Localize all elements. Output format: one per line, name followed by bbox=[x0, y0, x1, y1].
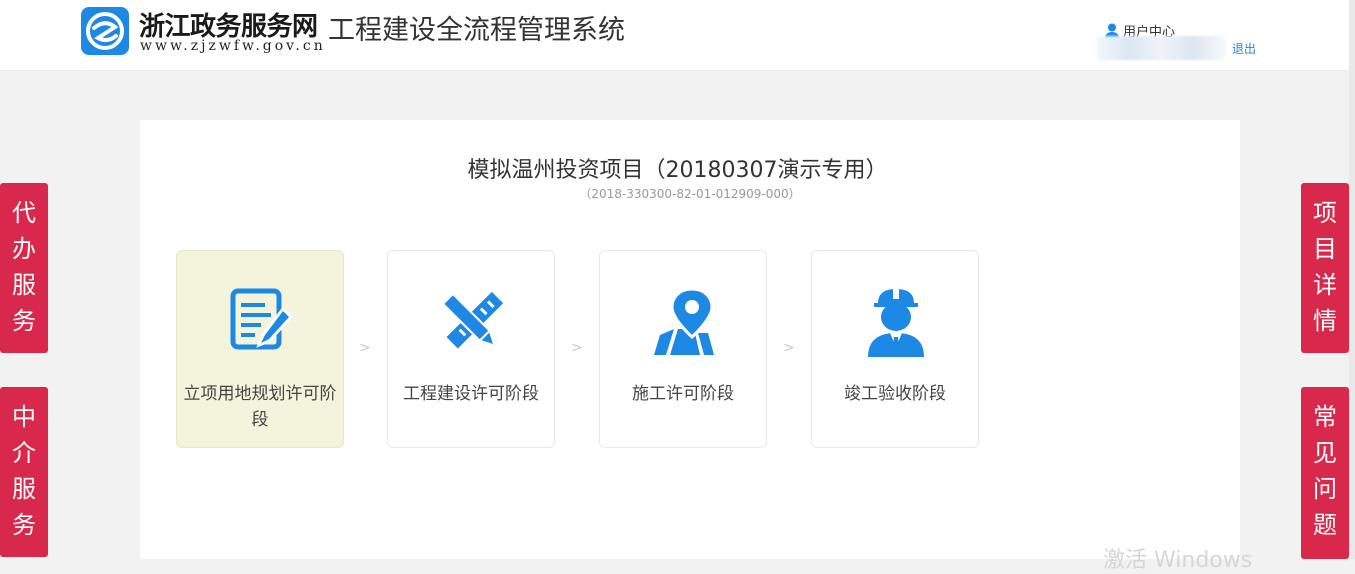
document-pen-icon bbox=[223, 285, 299, 361]
logout-link[interactable]: 退出 bbox=[1232, 40, 1256, 57]
ruler-pencil-icon bbox=[434, 285, 510, 361]
side-tab-faq[interactable]: 常见问题 bbox=[1301, 387, 1349, 559]
user-name-blurred bbox=[1096, 36, 1226, 60]
side-tab-label: 常见问题 bbox=[1313, 403, 1337, 539]
side-tab-label: 项目详情 bbox=[1313, 199, 1337, 335]
stage-label: 竣工验收阶段 bbox=[844, 384, 946, 404]
side-tab-label: 中介服务 bbox=[12, 403, 36, 539]
stage-card-build-permit[interactable]: 施工许可阶段 bbox=[599, 250, 767, 448]
header-bar: 浙江政务服务网 工程建设全流程管理系统 www.zjzwfw.gov.cn 用户… bbox=[0, 0, 1355, 71]
stage-card-completion-acceptance[interactable]: 竣工验收阶段 bbox=[811, 250, 979, 448]
side-tab-label: 代办服务 bbox=[12, 199, 36, 335]
side-tab-agency-service[interactable]: 代办服务 bbox=[0, 183, 48, 353]
logo-icon[interactable] bbox=[81, 7, 129, 55]
system-name: 工程建设全流程管理系统 bbox=[328, 15, 625, 46]
vertical-scrollbar[interactable] bbox=[1349, 0, 1355, 559]
stage-label: 立项用地规划许可阶段 bbox=[183, 384, 337, 430]
site-url: www.zjzwfw.gov.cn bbox=[140, 38, 326, 54]
side-tab-project-details[interactable]: 项目详情 bbox=[1301, 183, 1349, 353]
stage-card-construction-permit[interactable]: 工程建设许可阶段 bbox=[387, 250, 555, 448]
map-pin-icon bbox=[646, 285, 722, 361]
stage-card-land-planning[interactable]: 立项用地规划许可阶段 bbox=[176, 250, 344, 448]
stage-label: 工程建设许可阶段 bbox=[403, 384, 539, 404]
stage-arrow: > bbox=[783, 340, 795, 356]
stage-label: 施工许可阶段 bbox=[632, 384, 734, 404]
project-code: （2018-330300-82-01-012909-000） bbox=[579, 187, 801, 201]
project-title: 模拟温州投资项目（20180307演示专用） bbox=[467, 158, 888, 183]
activation-watermark: 激活 Windows bbox=[1103, 548, 1253, 573]
stage-arrow: > bbox=[359, 340, 371, 356]
worker-helmet-icon bbox=[858, 285, 934, 361]
side-tab-intermediary-service[interactable]: 中介服务 bbox=[0, 387, 48, 557]
stage-arrow: > bbox=[571, 340, 583, 356]
